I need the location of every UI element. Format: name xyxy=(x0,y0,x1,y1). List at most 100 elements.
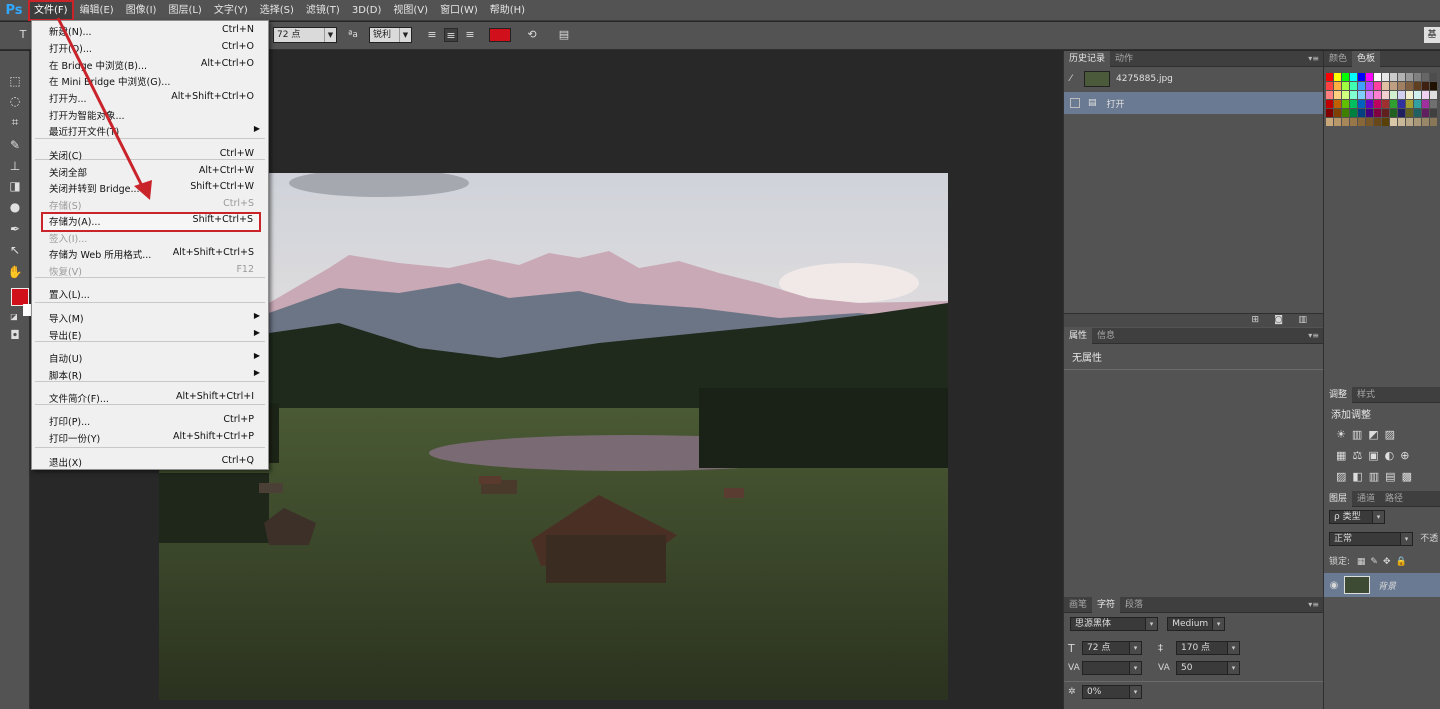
panel-menu-icon[interactable]: ▾≡ xyxy=(1308,328,1319,344)
type-tool-icon[interactable]: T xyxy=(16,28,30,42)
menu-item-scripts[interactable]: 脚本(R) ▶ xyxy=(32,367,268,383)
leading-field[interactable]: 170 点 ▾ xyxy=(1176,641,1240,655)
workspace-button[interactable]: 基 xyxy=(1424,27,1440,43)
menu-item-print-one[interactable]: 打印一份(Y) Alt+Shift+Ctrl+P xyxy=(32,430,268,446)
color-swatch[interactable] xyxy=(1390,100,1398,109)
color-swatch[interactable] xyxy=(1334,91,1342,100)
color-swatch[interactable] xyxy=(1382,82,1390,91)
color-swatch[interactable] xyxy=(1422,91,1430,100)
color-swatch[interactable] xyxy=(1414,82,1422,91)
tab-info[interactable]: 信息 xyxy=(1092,328,1120,344)
antialias-select[interactable]: 锐利 ▼ xyxy=(369,27,412,43)
stamp-tool-icon[interactable]: ⊥ xyxy=(7,158,23,174)
color-swatch[interactable] xyxy=(1358,91,1366,100)
menu-filter[interactable]: 滤镜(T) xyxy=(300,0,346,21)
marquee-tool-icon[interactable]: ⬚ xyxy=(7,73,23,89)
tab-brush[interactable]: 画笔 xyxy=(1064,597,1092,613)
menu-item-new[interactable]: 新建(N)... Ctrl+N xyxy=(32,23,268,39)
color-swatch[interactable] xyxy=(1350,73,1358,82)
menu-help[interactable]: 帮助(H) xyxy=(484,0,531,21)
tab-history[interactable]: 历史记录 xyxy=(1064,50,1111,67)
history-snapshot[interactable]: ⁄ 4275885.jpg xyxy=(1064,67,1323,91)
menu-view[interactable]: 视图(V) xyxy=(387,0,434,21)
color-swatch[interactable] xyxy=(1374,118,1382,127)
menu-item-browse-mini-bridge[interactable]: 在 Mini Bridge 中浏览(G)... xyxy=(32,73,268,89)
color-swatch[interactable] xyxy=(1366,82,1374,91)
camera-icon[interactable]: ◙ xyxy=(1274,315,1283,325)
menu-item-open-as[interactable]: 打开为... Alt+Shift+Ctrl+O xyxy=(32,90,268,106)
path-select-icon[interactable]: ↖ xyxy=(7,242,23,258)
menu-select[interactable]: 选择(S) xyxy=(254,0,300,21)
menu-item-print[interactable]: 打印(P)... Ctrl+P xyxy=(32,413,268,429)
eraser-tool-icon[interactable]: ◨ xyxy=(7,178,23,194)
color-swatch[interactable] xyxy=(1398,100,1406,109)
menu-item-close-go-bridge[interactable]: 关闭并转到 Bridge... Shift+Ctrl+W xyxy=(32,180,268,196)
color-swatch[interactable] xyxy=(1350,109,1358,118)
panel-menu-icon[interactable]: ▾≡ xyxy=(1308,51,1319,67)
new-document-icon[interactable]: ⊞ xyxy=(1251,315,1259,325)
hand-tool-icon[interactable]: ✋ xyxy=(7,264,23,280)
color-swatch[interactable] xyxy=(1406,91,1414,100)
font-style-select[interactable]: Medium ▾ xyxy=(1167,617,1226,631)
color-swatch[interactable] xyxy=(1358,100,1366,109)
color-swatch[interactable] xyxy=(1342,100,1350,109)
color-swatch[interactable] xyxy=(1398,109,1406,118)
tab-channels[interactable]: 通道 xyxy=(1352,491,1380,507)
menu-item-check-in[interactable]: 签入(I)... xyxy=(32,230,268,246)
color-swatch[interactable] xyxy=(1390,91,1398,100)
color-swatch[interactable] xyxy=(1366,73,1374,82)
menu-item-import[interactable]: 导入(M) ▶ xyxy=(32,310,268,326)
color-swatch[interactable] xyxy=(1342,91,1350,100)
default-colors-icon[interactable]: ◪ xyxy=(6,309,22,325)
blur-tool-icon[interactable]: ● xyxy=(7,199,23,215)
color-swatch[interactable] xyxy=(1334,82,1342,91)
color-swatch[interactable] xyxy=(1326,109,1334,118)
color-swatch[interactable] xyxy=(1406,109,1414,118)
crop-tool-icon[interactable]: ⌗ xyxy=(7,114,23,130)
color-swatch[interactable] xyxy=(1358,118,1366,127)
tab-styles[interactable]: 样式 xyxy=(1352,387,1380,403)
tab-paragraph[interactable]: 段落 xyxy=(1120,597,1148,613)
pen-tool-icon[interactable]: ✒ xyxy=(7,221,23,237)
color-swatch[interactable] xyxy=(1374,82,1382,91)
color-swatch[interactable] xyxy=(1390,73,1398,82)
color-swatch[interactable] xyxy=(1406,100,1414,109)
menu-item-save-for-web[interactable]: 存储为 Web 所用格式... Alt+Shift+Ctrl+S xyxy=(32,246,268,262)
tab-adjustments[interactable]: 调整 xyxy=(1324,386,1353,403)
color-swatch[interactable] xyxy=(1350,100,1358,109)
menu-item-save-as[interactable]: 存储为(A)... Shift+Ctrl+S xyxy=(41,212,261,232)
trash-icon[interactable]: ▥ xyxy=(1298,315,1307,325)
color-swatch[interactable] xyxy=(1326,73,1334,82)
align-center-icon[interactable]: ≡ xyxy=(444,28,458,42)
color-swatch[interactable] xyxy=(1430,82,1438,91)
color-swatch[interactable] xyxy=(1382,91,1390,100)
color-swatch[interactable] xyxy=(1422,100,1430,109)
menu-edit[interactable]: 编辑(E) xyxy=(74,0,120,21)
menu-item-close-all[interactable]: 关闭全部 Alt+Ctrl+W xyxy=(32,164,268,180)
menu-item-place[interactable]: 置入(L)... xyxy=(32,286,268,302)
color-swatch[interactable] xyxy=(1406,73,1414,82)
color-swatch[interactable] xyxy=(1366,100,1374,109)
tab-properties[interactable]: 属性 xyxy=(1064,327,1093,344)
color-swatch[interactable] xyxy=(1430,91,1438,100)
tab-character[interactable]: 字符 xyxy=(1092,596,1121,613)
menu-type[interactable]: 文字(Y) xyxy=(208,0,254,21)
color-swatch[interactable] xyxy=(1414,109,1422,118)
color-swatch[interactable] xyxy=(1430,118,1438,127)
color-swatch[interactable] xyxy=(1326,118,1334,127)
font-family-select[interactable]: 思源黑体 ▾ xyxy=(1070,617,1158,631)
layer-filter-select[interactable]: ρ 类型 ▾ xyxy=(1329,510,1385,524)
menu-window[interactable]: 窗口(W) xyxy=(434,0,484,21)
color-swatch[interactable] xyxy=(1414,91,1422,100)
color-swatch[interactable] xyxy=(1390,118,1398,127)
menu-item-open-as-smart-object[interactable]: 打开为智能对象... xyxy=(32,107,268,123)
menu-item-export[interactable]: 导出(E) ▶ xyxy=(32,327,268,343)
menu-item-automate[interactable]: 自动(U) ▶ xyxy=(32,350,268,366)
color-swatch[interactable] xyxy=(1406,82,1414,91)
color-swatch[interactable] xyxy=(1382,109,1390,118)
color-swatch[interactable] xyxy=(1430,73,1438,82)
color-swatch[interactable] xyxy=(1422,109,1430,118)
color-swatch[interactable] xyxy=(1398,91,1406,100)
healing-brush-icon[interactable]: ✎ xyxy=(7,137,23,153)
color-swatch[interactable] xyxy=(1342,118,1350,127)
